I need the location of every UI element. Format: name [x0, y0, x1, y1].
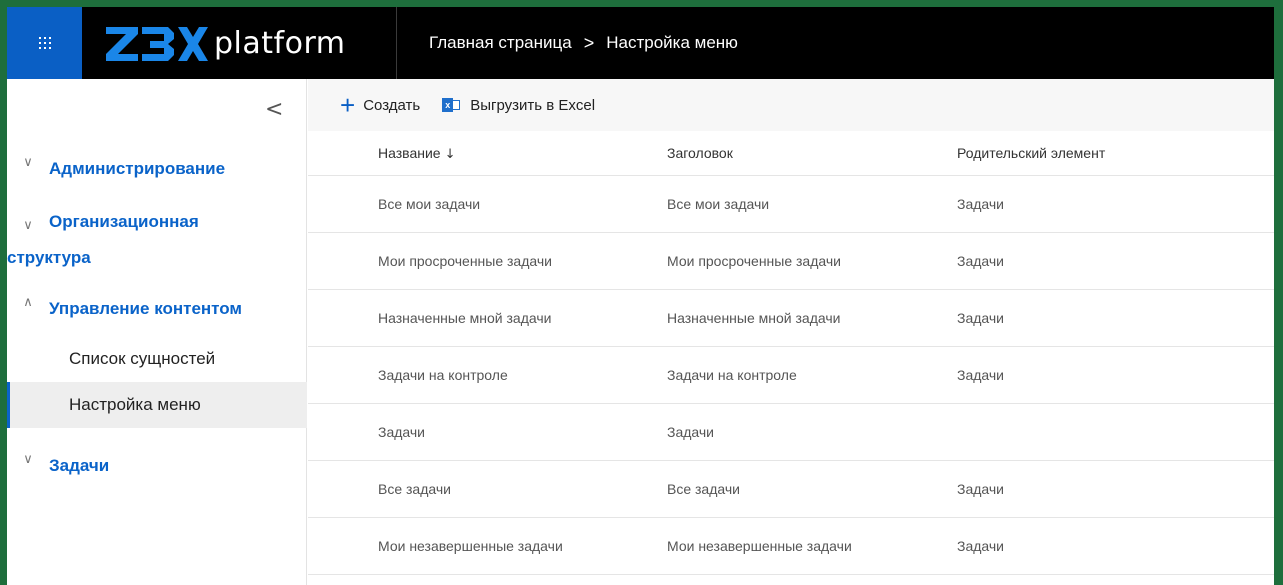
- column-header-parent[interactable]: Родительский элемент: [957, 145, 1105, 161]
- table-row[interactable]: Все задачи Все задачи Задачи: [308, 461, 1274, 518]
- cell-parent: Задачи: [957, 310, 1005, 326]
- sidebar-group-label: Администрирование: [49, 159, 226, 178]
- sidebar-item-menu-settings[interactable]: Настройка меню: [7, 382, 307, 428]
- chevron-down-icon: ∨: [23, 218, 33, 233]
- export-excel-button[interactable]: x Выгрузить в Excel: [442, 97, 595, 114]
- cell-name: Все мои задачи: [378, 196, 481, 212]
- cell-title: Все задачи: [667, 481, 740, 497]
- cell-parent: Задачи: [957, 367, 1005, 383]
- app-launcher-button[interactable]: [7, 7, 82, 79]
- breadcrumb-current: Настройка меню: [606, 33, 738, 52]
- cell-title: Мои просроченные задачи: [667, 253, 841, 269]
- sidebar-group-org-structure[interactable]: ∨ Организационная структура: [7, 204, 307, 276]
- table-row[interactable]: Мои незавершенные задачи Мои незавершенн…: [308, 518, 1274, 575]
- table-row[interactable]: Все мои задачи Все мои задачи Задачи: [308, 176, 1274, 233]
- logo[interactable]: platform: [82, 7, 397, 79]
- sidebar-group-tasks[interactable]: ∨ Задачи: [7, 448, 307, 484]
- cell-title: Назначенные мной задачи: [667, 310, 841, 326]
- sidebar-group-content-management[interactable]: ∧ Управление контентом: [7, 291, 307, 327]
- table-row[interactable]: Назначенные мной задачи Назначенные мной…: [308, 290, 1274, 347]
- cell-name: Задачи на контроле: [378, 367, 508, 383]
- sidebar-group-label: Задачи: [49, 456, 110, 475]
- cell-name: Задачи: [378, 424, 426, 440]
- cell-title: Все мои задачи: [667, 196, 770, 212]
- chevron-up-icon: ∧: [23, 295, 33, 310]
- export-label: Выгрузить в Excel: [470, 96, 596, 114]
- sort-descending-icon: ↓: [444, 146, 456, 162]
- cell-parent: Задачи: [957, 196, 1005, 212]
- cell-name: Мои просроченные задачи: [378, 253, 552, 269]
- column-header-name[interactable]: Название ↓: [308, 145, 667, 162]
- breadcrumb: Главная страница > Настройка меню: [397, 33, 738, 54]
- cell-name: Все задачи: [378, 481, 451, 497]
- app-window: platform Главная страница > Настройка ме…: [7, 7, 1274, 585]
- sidebar-item-label: Настройка меню: [69, 395, 201, 414]
- column-header-title[interactable]: Заголовок: [667, 145, 957, 161]
- create-button[interactable]: + Создать: [340, 90, 421, 120]
- sidebar-group-label: Организационная: [49, 212, 199, 231]
- table-row[interactable]: Задачи Задачи: [308, 404, 1274, 461]
- cell-title: Задачи на контроле: [667, 367, 797, 383]
- top-bar: platform Главная страница > Настройка ме…: [7, 7, 1274, 79]
- cell-name: Мои незавершенные задачи: [378, 538, 563, 554]
- excel-icon: x: [442, 97, 461, 113]
- table-row[interactable]: Мои просроченные задачи Мои просроченные…: [308, 233, 1274, 290]
- cell-title: Задачи: [667, 424, 715, 440]
- main-content: + Создать x Выгрузить в Excel Название ↓ …: [308, 79, 1274, 585]
- cell-name: Назначенные мной задачи: [378, 310, 552, 326]
- logo-text: platform: [214, 25, 346, 61]
- cell-parent: Задачи: [957, 253, 1005, 269]
- cell-title: Мои незавершенные задачи: [667, 538, 852, 554]
- create-label: Создать: [363, 96, 421, 114]
- sidebar-item-label: Список сущностей: [69, 349, 216, 368]
- sidebar-group-label: Управление контентом: [49, 299, 243, 318]
- cell-parent: Задачи: [957, 538, 1005, 554]
- command-bar: + Создать x Выгрузить в Excel: [308, 79, 1274, 131]
- waffle-icon: [38, 37, 51, 49]
- sidebar: < ∨ Администрирование ∨ Организационная …: [7, 79, 307, 585]
- table-row[interactable]: Задачи на контроле Задачи на контроле За…: [308, 347, 1274, 404]
- sidebar-group-label: структура: [7, 248, 91, 267]
- breadcrumb-home[interactable]: Главная страница: [429, 33, 572, 53]
- z3x-logo-icon: [106, 27, 208, 61]
- chevron-down-icon: ∨: [23, 452, 33, 467]
- cell-parent: Задачи: [957, 481, 1005, 497]
- chevron-down-icon: ∨: [23, 155, 33, 170]
- menu-items-table: Название ↓ Заголовок Родительский элемент…: [308, 131, 1274, 575]
- breadcrumb-separator-icon: >: [583, 32, 595, 53]
- sidebar-group-administration[interactable]: ∨ Администрирование: [7, 151, 307, 187]
- collapse-sidebar-icon[interactable]: <: [265, 99, 283, 121]
- sidebar-item-entity-list[interactable]: Список сущностей: [7, 336, 307, 382]
- table-header: Название ↓ Заголовок Родительский элемент: [308, 131, 1274, 176]
- plus-icon: +: [340, 90, 356, 120]
